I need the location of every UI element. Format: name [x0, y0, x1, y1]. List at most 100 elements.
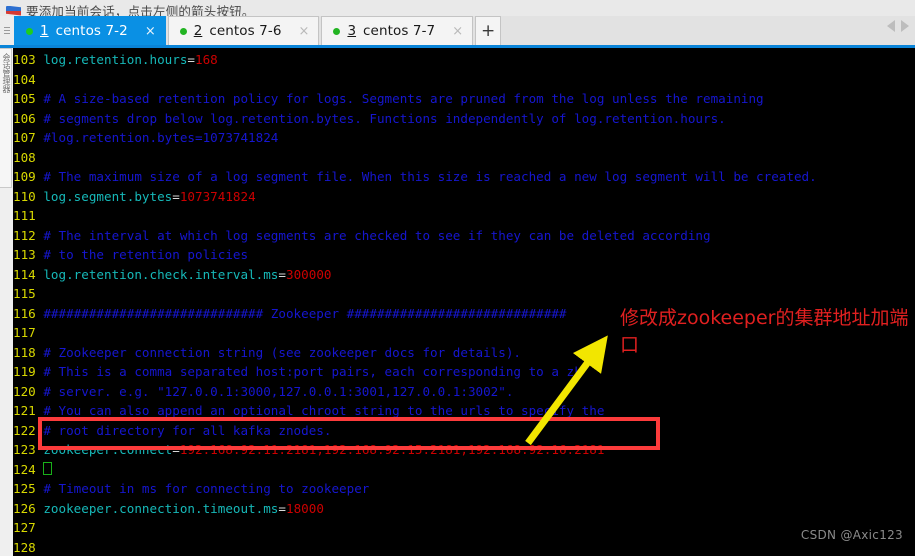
terminal-line: 128 [13, 538, 915, 556]
terminal-line: 115 [13, 284, 915, 304]
terminal-line: 105 # A size-based retention policy for … [13, 89, 915, 109]
line-number: 106 [13, 110, 44, 126]
session-manager-toggle[interactable]: 会话管理器 [0, 48, 12, 188]
tab-list: 1 centos 7-2 × 2 centos 7-6 × 3 centos 7… [14, 16, 502, 45]
session-status-icon [26, 27, 33, 35]
close-icon[interactable]: × [299, 25, 310, 38]
terminal-line: 104 [13, 70, 915, 90]
terminal-token: # A size-based retention policy for logs… [43, 91, 764, 106]
terminal-line: 106 # segments drop below log.retention.… [13, 109, 915, 129]
terminal-token: #log.retention.bytes=1073741824 [43, 130, 279, 145]
terminal-token: log.retention.hours [43, 52, 188, 67]
terminal-line: 119 # This is a comma separated host:por… [13, 362, 915, 382]
hint-strip: 要添加当前会话，点击左侧的箭头按钮。 [0, 0, 915, 16]
terminal-line: 124 [13, 460, 915, 480]
terminal-token: # Zookeeper connection string (see zooke… [43, 344, 522, 360]
annotation-text: 修改成zookeeper的集群地址加端口 [620, 307, 909, 356]
session-manager-dock: 会话管理器 [0, 48, 14, 556]
terminal-token: # You can also append an optional chroot… [43, 403, 605, 418]
tab-centos-7-2[interactable]: 1 centos 7-2 × [14, 16, 166, 45]
tab-centos-7-6[interactable]: 2 centos 7-6 × [167, 16, 320, 45]
line-number: 107 [13, 130, 44, 145]
terminal-token: 18000 [285, 500, 324, 516]
line-number: 127 [13, 520, 44, 535]
terminal-token: = [278, 266, 286, 282]
terminal-token: = [187, 52, 195, 67]
line-number: 110 [13, 188, 44, 204]
line-number: 116 [13, 305, 44, 321]
session-manager-label: 会话管理器 [2, 53, 11, 93]
terminal-cursor [43, 461, 53, 475]
line-number: 122 [13, 422, 44, 438]
tab-index: 3 [347, 23, 357, 39]
tab-list-handle[interactable] [0, 16, 15, 45]
terminal-line: 103 log.retention.hours=168 [13, 50, 915, 70]
terminal-token: # server. e.g. "127.0.0.1:3000,127.0.0.1… [43, 383, 514, 399]
terminal-line: 111 [13, 206, 915, 226]
line-number: 111 [13, 208, 44, 223]
line-number: 108 [13, 149, 44, 165]
line-number: 118 [13, 344, 44, 360]
session-status-icon [179, 27, 187, 35]
line-number: 125 [13, 481, 44, 496]
terminal-token: # Timeout in ms for connecting to zookee… [43, 481, 370, 496]
session-status-icon [333, 27, 341, 35]
terminal-token: 1073741824 [179, 188, 256, 204]
tab-label: centos 7-6 [209, 23, 282, 39]
terminal-token: = [172, 442, 180, 457]
tab-bar: 1 centos 7-2 × 2 centos 7-6 × 3 centos 7… [0, 16, 915, 48]
terminal-line: 107 #log.retention.bytes=1073741824 [13, 128, 915, 148]
terminal-output[interactable]: 103 log.retention.hours=168 104 105 # A s… [13, 48, 915, 556]
terminal-token: log.segment.bytes [43, 188, 173, 204]
tab-label: centos 7-2 [55, 23, 128, 39]
tab-centos-7-7[interactable]: 3 centos 7-7 × [321, 16, 474, 45]
terminal-line: 108 [13, 148, 915, 168]
line-number: 117 [13, 325, 44, 340]
line-number: 126 [13, 500, 44, 516]
handle-pip [4, 27, 10, 28]
line-number: 120 [13, 383, 44, 399]
flag-icon [6, 5, 21, 16]
terminal-token: # The maximum size of a log segment file… [43, 169, 817, 184]
line-number: 112 [13, 227, 44, 243]
line-number: 128 [13, 539, 44, 555]
terminal-token: log.retention.check.interval.ms [43, 266, 279, 282]
terminal-line: 113 # to the retention policies [13, 245, 915, 265]
tab-index: 2 [193, 23, 203, 39]
terminal-line: 120 # server. e.g. "127.0.0.1:3000,127.0… [13, 382, 915, 402]
terminal-line: 127 [13, 518, 915, 538]
terminal-line: 125 # Timeout in ms for connecting to zo… [13, 479, 915, 499]
line-number: 113 [13, 247, 44, 262]
hint-text: 要添加当前会话，点击左侧的箭头按钮。 [26, 4, 255, 16]
terminal-token: # segments drop below log.retention.byte… [43, 110, 726, 126]
line-number: 121 [13, 403, 44, 418]
terminal-line: 109 # The maximum size of a log segment … [13, 167, 915, 187]
watermark: CSDN @Axic123 [800, 528, 903, 542]
chevron-left-icon[interactable] [887, 20, 895, 32]
handle-pip [4, 30, 10, 31]
terminal-token: zookeeper.connect [43, 442, 173, 457]
terminal-token: 192.168.92.11:2181,192.168.92.15:2181,19… [179, 442, 605, 457]
terminal-token: 300000 [285, 266, 332, 282]
terminal-token: # This is a comma separated host:port pa… [43, 364, 582, 379]
new-tab-button[interactable]: + [475, 16, 502, 45]
close-icon[interactable]: × [452, 25, 463, 38]
line-number: 115 [13, 286, 44, 301]
terminal-token: # The interval at which log segments are… [43, 227, 711, 243]
tab-label: centos 7-7 [363, 23, 436, 39]
terminal-line: 110 log.segment.bytes=1073741824 [13, 187, 915, 207]
terminal-token: 168 [195, 52, 218, 67]
terminal-token: ############################# Zookeeper … [43, 305, 567, 321]
terminal-line: 114 log.retention.check.interval.ms=3000… [13, 265, 915, 285]
line-number: 124 [13, 461, 44, 477]
terminal-line: 121 # You can also append an optional ch… [13, 401, 915, 421]
terminal-line: 112 # The interval at which log segments… [13, 226, 915, 246]
terminal-line: 126 zookeeper.connection.timeout.ms=1800… [13, 499, 915, 519]
line-number: 104 [13, 71, 44, 87]
line-number: 103 [13, 52, 44, 67]
chevron-right-icon[interactable] [901, 20, 909, 32]
close-icon[interactable]: × [145, 25, 156, 38]
line-number: 109 [13, 169, 44, 184]
line-number: 105 [13, 91, 44, 106]
handle-pip [4, 33, 10, 34]
